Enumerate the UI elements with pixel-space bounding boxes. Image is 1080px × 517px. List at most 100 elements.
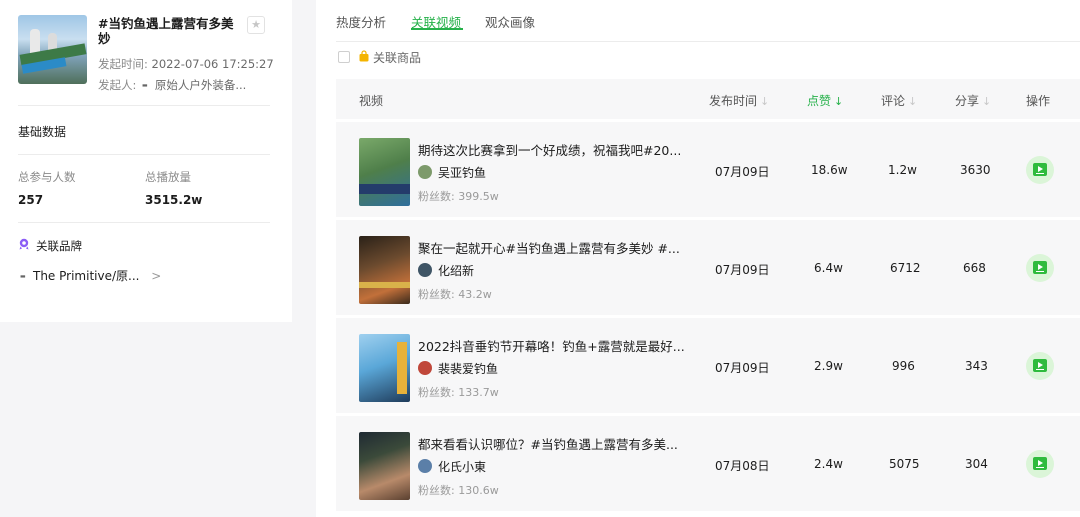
header-video: 视频 — [359, 94, 384, 108]
tabs-divider — [336, 41, 1080, 42]
sort-down-arrow-icon: ↓ — [834, 95, 844, 108]
basic-data-heading: 基础数据 — [18, 125, 67, 139]
header-likes-label: 点赞 — [807, 94, 832, 108]
start-time-label: 发起时间: — [98, 57, 148, 71]
brand-badge-icon — [19, 238, 29, 250]
topic-thumbnail — [18, 15, 87, 84]
publish-date: 07月09日 — [715, 165, 770, 179]
sort-down-arrow-icon: ↓ — [982, 95, 992, 108]
related-products-checkbox[interactable] — [338, 51, 350, 63]
video-title[interactable]: 都来看看认识哪位？#当钓鱼遇上露营有多美... — [418, 434, 688, 453]
table-row[interactable]: 都来看看认识哪位？#当钓鱼遇上露营有多美... 化氏小東 粉丝数: 130.6w… — [336, 416, 1080, 511]
fans-count: 粉丝数: 43.2w — [418, 286, 492, 302]
author-name[interactable]: 吴亚钓鱼 — [438, 164, 486, 181]
divider — [18, 105, 270, 106]
header-likes[interactable]: 点赞 ↓ — [807, 92, 843, 109]
video-thumbnail[interactable] — [359, 432, 410, 500]
header-comments[interactable]: 评论 ↓ — [881, 92, 917, 109]
tab-audience-profile[interactable]: 观众画像 — [485, 12, 535, 31]
initiator-label: 发起人: — [98, 78, 137, 92]
initiator-name[interactable]: 原始人户外装备... — [155, 78, 246, 92]
participants-value: 257 — [18, 193, 44, 207]
divider — [18, 222, 270, 223]
table-row[interactable]: 2022抖音垂钓节开幕咯！钓鱼+露营就是最好... 裴裴爱钓鱼 粉丝数: 133… — [336, 318, 1080, 413]
table-row[interactable]: 期待这次比赛拿到一个好成绩，祝福我吧#20... 吴亚钓鱼 粉丝数: 399.5… — [336, 122, 1080, 217]
sort-down-arrow-icon: ↓ — [760, 95, 770, 108]
fans-value: 130.6w — [458, 484, 499, 497]
video-thumbnail[interactable] — [359, 236, 410, 304]
start-time-value: 2022-07-06 17:25:27 — [151, 57, 274, 71]
start-time: 发起时间: 2022-07-06 17:25:27 — [98, 56, 274, 72]
plays-value: 3515.2w — [145, 193, 203, 207]
fans-value: 43.2w — [458, 288, 492, 301]
header-actions: 操作 — [1026, 94, 1051, 108]
avatar — [418, 459, 432, 473]
comments-count: 6712 — [890, 261, 921, 275]
fans-label: 粉丝数: — [418, 288, 455, 301]
fans-count: 粉丝数: 133.7w — [418, 384, 499, 400]
comments-count: 5075 — [889, 457, 920, 471]
active-tab-indicator — [411, 28, 463, 30]
fans-value: 399.5w — [458, 190, 499, 203]
fans-count: 粉丝数: 130.6w — [418, 482, 499, 498]
author-name[interactable]: 化绍新 — [438, 262, 474, 279]
likes-count: 18.6w — [811, 163, 848, 177]
initiator: 发起人: ▬ 原始人户外装备... — [98, 77, 246, 93]
avatar — [418, 263, 432, 277]
likes-count: 2.9w — [814, 359, 843, 373]
publish-date: 07月09日 — [715, 263, 770, 277]
topic-panel: #当钓鱼遇上露营有多美妙 ★ 发起时间: 2022-07-06 17:25:27… — [0, 0, 292, 322]
video-thumbnail[interactable] — [359, 138, 410, 206]
chevron-right-icon: > — [151, 269, 162, 283]
avatar — [418, 361, 432, 375]
video-title[interactable]: 聚在一起就开心#当钓鱼遇上露营有多美妙 #... — [418, 238, 688, 257]
sort-down-arrow-icon: ↓ — [908, 95, 918, 108]
fans-label: 粉丝数: — [418, 484, 455, 497]
brand-logo: ▬ — [20, 273, 26, 280]
header-shares[interactable]: 分享 ↓ — [955, 92, 991, 109]
publish-date: 07月08日 — [715, 459, 770, 473]
header-publish-time-label: 发布时间 — [709, 94, 758, 108]
shopping-bag-icon — [359, 50, 369, 62]
header-publish-time[interactable]: 发布时间 ↓ — [709, 92, 769, 109]
video-title[interactable]: 期待这次比赛拿到一个好成绩，祝福我吧#20... — [418, 140, 688, 159]
plays-label: 总播放量 — [145, 170, 191, 184]
fans-label: 粉丝数: — [418, 386, 455, 399]
fans-value: 133.7w — [458, 386, 499, 399]
table-header: 视频 发布时间 ↓ 点赞 ↓ 评论 ↓ 分享 ↓ 操作 — [336, 79, 1080, 119]
topic-title: #当钓鱼遇上露营有多美妙 — [98, 16, 234, 46]
play-video-icon[interactable] — [1026, 352, 1054, 380]
avatar — [418, 165, 432, 179]
participants-label: 总参与人数 — [18, 170, 76, 184]
shares-count: 304 — [965, 457, 988, 471]
play-video-icon[interactable] — [1026, 254, 1054, 282]
shares-count: 668 — [963, 261, 986, 275]
video-thumbnail[interactable] — [359, 334, 410, 402]
shares-count: 3630 — [960, 163, 991, 177]
video-title[interactable]: 2022抖音垂钓节开幕咯！钓鱼+露营就是最好... — [418, 336, 688, 355]
star-icon[interactable]: ★ — [247, 16, 265, 34]
initiator-logo: ▬ — [142, 82, 148, 89]
fans-label: 粉丝数: — [418, 190, 455, 203]
header-comments-label: 评论 — [881, 94, 906, 108]
related-products-label[interactable]: 关联商品 — [373, 49, 421, 66]
brand-link[interactable]: ▬ The Primitive/原... > — [18, 267, 161, 284]
content-panel: 热度分析 关联视频 观众画像 关联商品 视频 发布时间 ↓ 点赞 ↓ 评论 ↓ 分享 ↓… — [316, 0, 1080, 517]
related-brand-heading: 关联品牌 — [36, 239, 82, 253]
play-video-icon[interactable] — [1026, 450, 1054, 478]
likes-count: 2.4w — [814, 457, 843, 471]
publish-date: 07月09日 — [715, 361, 770, 375]
tab-heat-analysis[interactable]: 热度分析 — [336, 12, 386, 31]
likes-count: 6.4w — [814, 261, 843, 275]
author-name[interactable]: 化氏小東 — [438, 458, 486, 475]
table-row[interactable]: 聚在一起就开心#当钓鱼遇上露营有多美妙 #... 化绍新 粉丝数: 43.2w … — [336, 220, 1080, 315]
shares-count: 343 — [965, 359, 988, 373]
divider — [18, 154, 270, 155]
comments-count: 1.2w — [888, 163, 917, 177]
fans-count: 粉丝数: 399.5w — [418, 188, 499, 204]
play-video-icon[interactable] — [1026, 156, 1054, 184]
comments-count: 996 — [892, 359, 915, 373]
header-shares-label: 分享 — [955, 94, 980, 108]
brand-name: The Primitive/原... — [33, 269, 140, 283]
author-name[interactable]: 裴裴爱钓鱼 — [438, 360, 498, 377]
